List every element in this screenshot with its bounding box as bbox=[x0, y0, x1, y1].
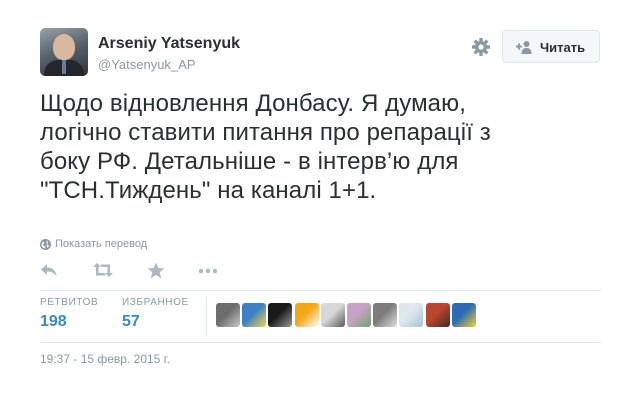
avatar-4[interactable] bbox=[294, 303, 319, 327]
author-fullname[interactable]: Arseniy Yatsenyuk bbox=[98, 35, 240, 53]
tweet-text-line: логічно ставити питання про репарації з bbox=[40, 119, 491, 146]
tweet-card: Arseniy Yatsenyuk @Yatsenyuk_AP Читать Щ… bbox=[0, 0, 641, 402]
reply-icon[interactable] bbox=[40, 262, 62, 280]
gear-icon[interactable] bbox=[471, 37, 491, 57]
favorite-icon[interactable] bbox=[147, 262, 169, 280]
avatar-face bbox=[53, 34, 75, 60]
stats-separator bbox=[206, 296, 207, 336]
favorites-count: 57 bbox=[122, 313, 140, 330]
tweet-text-line: боку РФ. Детальніше - в інтерв’ю для bbox=[40, 148, 459, 175]
author-username[interactable]: @Yatsenyuk_AP bbox=[98, 57, 196, 72]
translate-label: Показать перевод bbox=[55, 238, 148, 250]
avatar-7[interactable] bbox=[373, 303, 398, 327]
retweet-icon[interactable] bbox=[92, 262, 114, 280]
follow-button[interactable]: Читать bbox=[502, 30, 600, 63]
divider-bottom bbox=[40, 342, 601, 343]
follow-button-label: Читать bbox=[540, 40, 586, 55]
avatar-1[interactable] bbox=[216, 303, 240, 327]
avatar-tie bbox=[62, 60, 66, 74]
translate-link[interactable]: Показать перевод bbox=[40, 238, 147, 250]
favorites-label: ИЗБРАННОЕ bbox=[122, 297, 189, 308]
divider-top bbox=[40, 290, 601, 291]
retweets-label: РЕТВИТОВ bbox=[40, 297, 99, 308]
tweet-timestamp[interactable]: 19:37 - 15 февр. 2015 г. bbox=[40, 352, 170, 366]
avatar-10[interactable] bbox=[451, 303, 476, 327]
add-user-icon bbox=[516, 40, 532, 54]
globe-icon bbox=[40, 238, 51, 250]
avatar-3[interactable] bbox=[268, 303, 293, 327]
retweets-count: 198 bbox=[40, 313, 67, 330]
tweet-text-line: Щодо відновлення Донбасу. Я думаю, bbox=[40, 90, 467, 117]
avatar-9[interactable] bbox=[425, 303, 450, 327]
avatar-6[interactable] bbox=[347, 303, 371, 327]
more-icon[interactable] bbox=[197, 262, 219, 280]
avatar-2[interactable] bbox=[242, 303, 267, 327]
avatar-8[interactable] bbox=[399, 303, 424, 327]
favorites-stat[interactable]: ИЗБРАННОЕ 57 bbox=[122, 297, 189, 331]
author-avatar[interactable] bbox=[40, 28, 88, 76]
avatar-5[interactable] bbox=[320, 303, 345, 327]
retweets-stat[interactable]: РЕТВИТОВ 198 bbox=[40, 297, 98, 331]
tweet-text: Щодо відновлення Донбасу. Я думаю, логіч… bbox=[40, 89, 600, 205]
tweet-text-line: "ТСН.Тиждень" на каналі 1+1. bbox=[40, 177, 377, 204]
